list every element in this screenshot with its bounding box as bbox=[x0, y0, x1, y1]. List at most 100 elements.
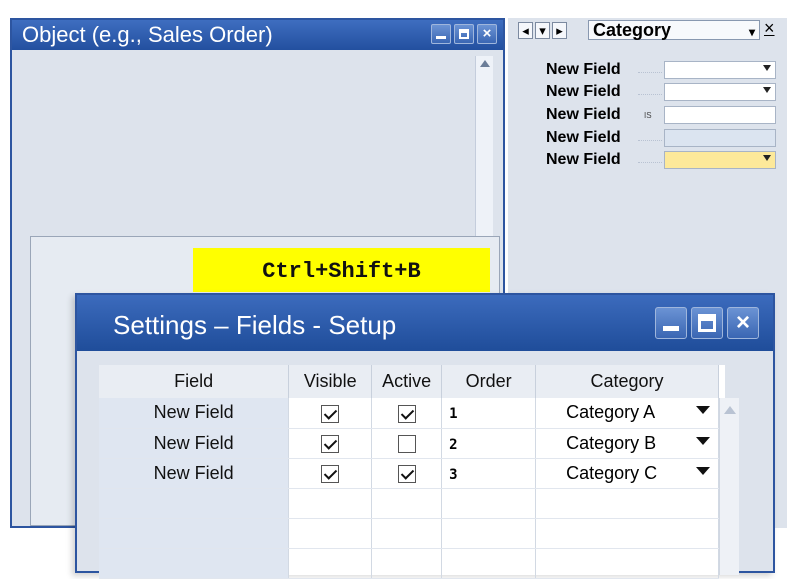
empty-cell bbox=[288, 548, 373, 579]
category-field-row: New Field bbox=[546, 150, 778, 170]
order-value: 3 bbox=[449, 466, 458, 483]
field-disabled-input bbox=[664, 129, 776, 147]
order-cell[interactable]: 3 bbox=[441, 458, 537, 489]
object-window-title: Object (e.g., Sales Order) bbox=[12, 20, 503, 50]
active-checkbox[interactable] bbox=[397, 404, 416, 423]
visible-cell bbox=[288, 428, 373, 459]
empty-cell bbox=[99, 518, 290, 549]
chevron-down-icon[interactable] bbox=[763, 87, 771, 93]
column-header-active[interactable]: Active bbox=[371, 365, 443, 398]
field-dropdown[interactable] bbox=[664, 61, 776, 79]
visible-checkbox[interactable] bbox=[321, 464, 340, 483]
empty-cell bbox=[535, 488, 719, 519]
nav-prev-icon[interactable]: ◂ bbox=[518, 22, 533, 39]
chevron-down-icon[interactable]: ▾ bbox=[749, 23, 755, 41]
table-row: New Field 3 Category C bbox=[99, 458, 719, 489]
object-window-controls: × bbox=[431, 24, 497, 44]
order-value: 1 bbox=[449, 406, 458, 423]
dotted-leader bbox=[638, 94, 662, 95]
order-cell[interactable]: 1 bbox=[441, 398, 537, 429]
nav-dropdown-icon[interactable]: ▾ bbox=[535, 22, 550, 39]
dotted-leader bbox=[638, 140, 662, 141]
category-field-row: New Field bbox=[546, 82, 778, 102]
category-selector[interactable]: Category ▾ bbox=[588, 20, 760, 40]
chevron-down-icon[interactable] bbox=[763, 65, 771, 71]
active-cell bbox=[371, 398, 443, 429]
field-label: New Field bbox=[546, 106, 621, 123]
category-value: Category C bbox=[566, 462, 658, 483]
field-label: New Field bbox=[546, 83, 621, 100]
empty-cell bbox=[371, 488, 443, 519]
category-close-icon[interactable]: × bbox=[764, 18, 775, 39]
table-row: New Field 1 Category A bbox=[99, 398, 719, 429]
category-field-row: New Field bbox=[546, 128, 778, 148]
empty-cell bbox=[99, 488, 290, 519]
empty-cell bbox=[288, 488, 373, 519]
minimize-button[interactable] bbox=[431, 24, 451, 44]
order-value: 2 bbox=[449, 436, 458, 453]
field-dropdown[interactable] bbox=[664, 83, 776, 101]
column-header-category[interactable]: Category bbox=[535, 365, 719, 398]
category-nav: ◂ ▾ ▸ bbox=[518, 22, 569, 39]
empty-cell bbox=[441, 488, 537, 519]
empty-cell bbox=[99, 548, 290, 579]
chevron-down-icon[interactable] bbox=[696, 406, 710, 414]
column-header-order[interactable]: Order bbox=[441, 365, 537, 398]
field-text-input[interactable] bbox=[664, 106, 776, 124]
field-name-cell: New Field bbox=[99, 458, 290, 489]
chevron-down-icon[interactable] bbox=[696, 436, 710, 445]
category-value: Category A bbox=[566, 402, 656, 423]
field-name-cell: New Field bbox=[99, 428, 290, 459]
category-selector-label: Category bbox=[593, 20, 672, 40]
order-cell[interactable]: 2 bbox=[441, 428, 537, 459]
empty-cell bbox=[441, 548, 537, 579]
active-checkbox[interactable] bbox=[397, 464, 416, 483]
visible-checkbox[interactable] bbox=[321, 404, 340, 423]
empty-cell bbox=[535, 518, 719, 549]
category-cell[interactable]: Category B bbox=[535, 428, 719, 459]
column-header-visible[interactable]: Visible bbox=[288, 365, 373, 398]
active-checkbox[interactable] bbox=[397, 434, 416, 453]
category-cell[interactable]: Category A bbox=[535, 398, 719, 429]
shortcut-hint: Ctrl+Shift+B bbox=[193, 248, 490, 292]
category-field-row: New Field bbox=[546, 60, 778, 80]
grid-scrollbar[interactable] bbox=[719, 398, 739, 575]
dotted-leader bbox=[638, 162, 662, 163]
empty-cell bbox=[288, 518, 373, 549]
field-dropdown-highlighted[interactable] bbox=[664, 151, 776, 169]
close-button[interactable]: × bbox=[727, 307, 759, 339]
category-cell[interactable]: Category C bbox=[535, 458, 719, 489]
chevron-down-icon[interactable] bbox=[696, 466, 710, 475]
field-name-cell: New Field bbox=[99, 398, 290, 429]
visible-checkbox[interactable] bbox=[321, 434, 340, 453]
maximize-button[interactable] bbox=[454, 24, 474, 44]
column-header-field[interactable]: Field bbox=[99, 365, 290, 398]
empty-cell bbox=[371, 518, 443, 549]
minimize-button[interactable] bbox=[655, 307, 687, 339]
nav-next-icon[interactable]: ▸ bbox=[552, 22, 567, 39]
settings-window-controls: × bbox=[655, 307, 759, 339]
scroll-up-icon[interactable] bbox=[480, 60, 490, 67]
visible-cell bbox=[288, 398, 373, 429]
maximize-button[interactable] bbox=[691, 307, 723, 339]
field-marker: IS bbox=[644, 111, 652, 120]
empty-cell bbox=[535, 548, 719, 579]
category-field-row: New Field IS bbox=[546, 105, 778, 125]
empty-cell bbox=[371, 548, 443, 579]
table-row-empty bbox=[99, 518, 719, 549]
table-row-empty bbox=[99, 548, 719, 579]
table-row: New Field 2 Category B bbox=[99, 428, 719, 459]
empty-cell bbox=[441, 518, 537, 549]
field-label: New Field bbox=[546, 129, 621, 146]
category-value: Category B bbox=[566, 432, 657, 453]
fields-table: Field Visible Active Order Category New … bbox=[99, 365, 719, 579]
table-header-row: Field Visible Active Order Category bbox=[99, 365, 719, 398]
close-button[interactable]: × bbox=[477, 24, 497, 44]
field-label: New Field bbox=[546, 61, 621, 78]
active-cell bbox=[371, 458, 443, 489]
visible-cell bbox=[288, 458, 373, 489]
field-label: New Field bbox=[546, 151, 621, 168]
fields-grid: Field Visible Active Order Category New … bbox=[99, 365, 739, 579]
scroll-up-icon[interactable] bbox=[724, 406, 736, 414]
chevron-down-icon[interactable] bbox=[763, 155, 771, 161]
